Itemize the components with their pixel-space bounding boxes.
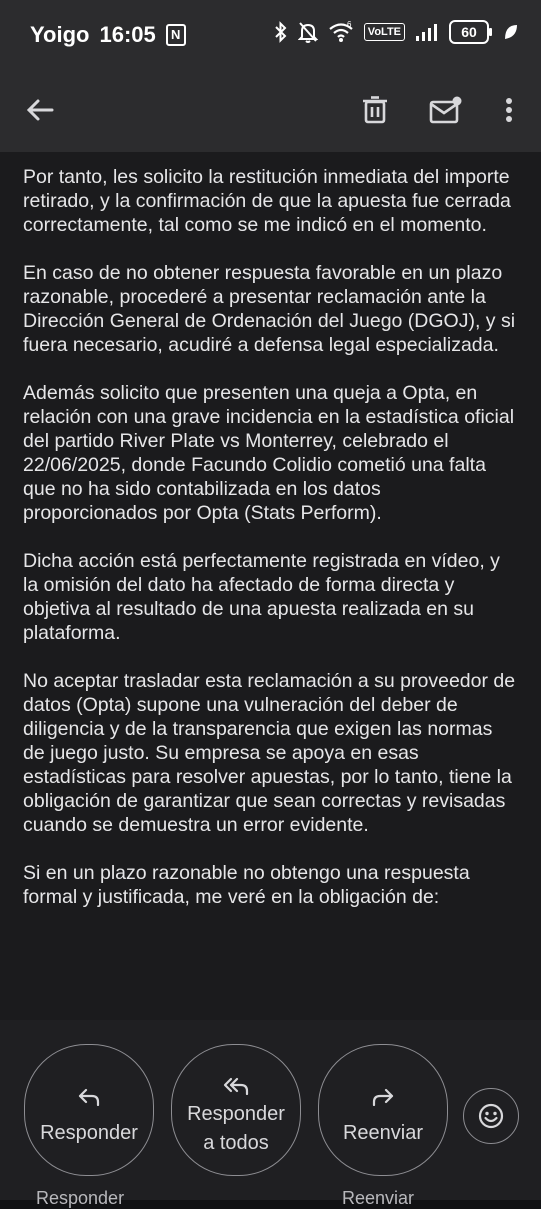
- status-left: Yoigo 16:05 N: [30, 22, 186, 48]
- reply-button[interactable]: Responder: [24, 1044, 154, 1176]
- add-reaction-icon: [478, 1103, 504, 1129]
- reply-label: Responder: [40, 1121, 138, 1144]
- bluetooth-icon: [275, 21, 287, 43]
- top-app-bar: [0, 68, 541, 152]
- more-vert-icon: [506, 98, 512, 122]
- volte-badge: VoLTE: [363, 23, 405, 41]
- more-options-button[interactable]: [487, 88, 531, 132]
- email-paragraph: Además solicito que presenten una queja …: [23, 382, 515, 524]
- carrier-name: Yoigo: [30, 22, 90, 47]
- reply-all-icon: [223, 1077, 249, 1095]
- mark-unread-button[interactable]: [424, 88, 468, 132]
- email-paragraph: Dicha acción está perfectamente registra…: [23, 550, 500, 644]
- peek-forward-label: Reenviar: [342, 1188, 415, 1208]
- status-icons: 6 VoLTE 60: [274, 20, 519, 44]
- email-paragraph: En caso de no obtener respuesta favorabl…: [23, 262, 516, 356]
- delete-icon: [363, 96, 387, 124]
- wifi-icon: 6: [329, 21, 353, 42]
- reply-actions-bar: Responder Responder a todos Reenviar Res…: [0, 1020, 541, 1208]
- signal-icon: [416, 24, 437, 41]
- clock: 16:05: [99, 22, 156, 47]
- delete-button[interactable]: [353, 88, 397, 132]
- email-paragraph: Por tanto, les solicito la restitución i…: [23, 166, 511, 236]
- mark-unread-icon: [429, 96, 462, 124]
- reply-all-label-line1: Responder: [187, 1103, 285, 1125]
- email-paragraph: No aceptar trasladar esta reclamación a …: [23, 670, 516, 836]
- leaf-icon: [505, 25, 517, 39]
- email-paragraph: Si en un plazo razonable no obtengo una …: [23, 862, 470, 908]
- nfc-icon: N: [165, 24, 186, 46]
- reply-all-button[interactable]: Responder a todos: [171, 1044, 301, 1176]
- reply-icon: [78, 1088, 100, 1106]
- forward-label: Reenviar: [342, 1121, 424, 1144]
- forward-button[interactable]: Reenviar: [318, 1044, 448, 1176]
- bell-off-icon: [297, 22, 318, 43]
- forward-icon: [372, 1088, 394, 1106]
- back-button[interactable]: [18, 88, 62, 132]
- svg-text:6: 6: [347, 21, 352, 29]
- battery-indicator: 60: [449, 20, 492, 44]
- peek-reply-label: Responder: [36, 1188, 125, 1208]
- status-bar: Yoigo 16:05 N 6 VoLTE 60: [0, 0, 541, 68]
- back-arrow-icon: [26, 99, 54, 121]
- add-reaction-button[interactable]: [463, 1088, 519, 1144]
- email-body: Por tanto, les solicito la restitución i…: [0, 152, 541, 1020]
- reply-all-label-line2: a todos: [203, 1132, 269, 1154]
